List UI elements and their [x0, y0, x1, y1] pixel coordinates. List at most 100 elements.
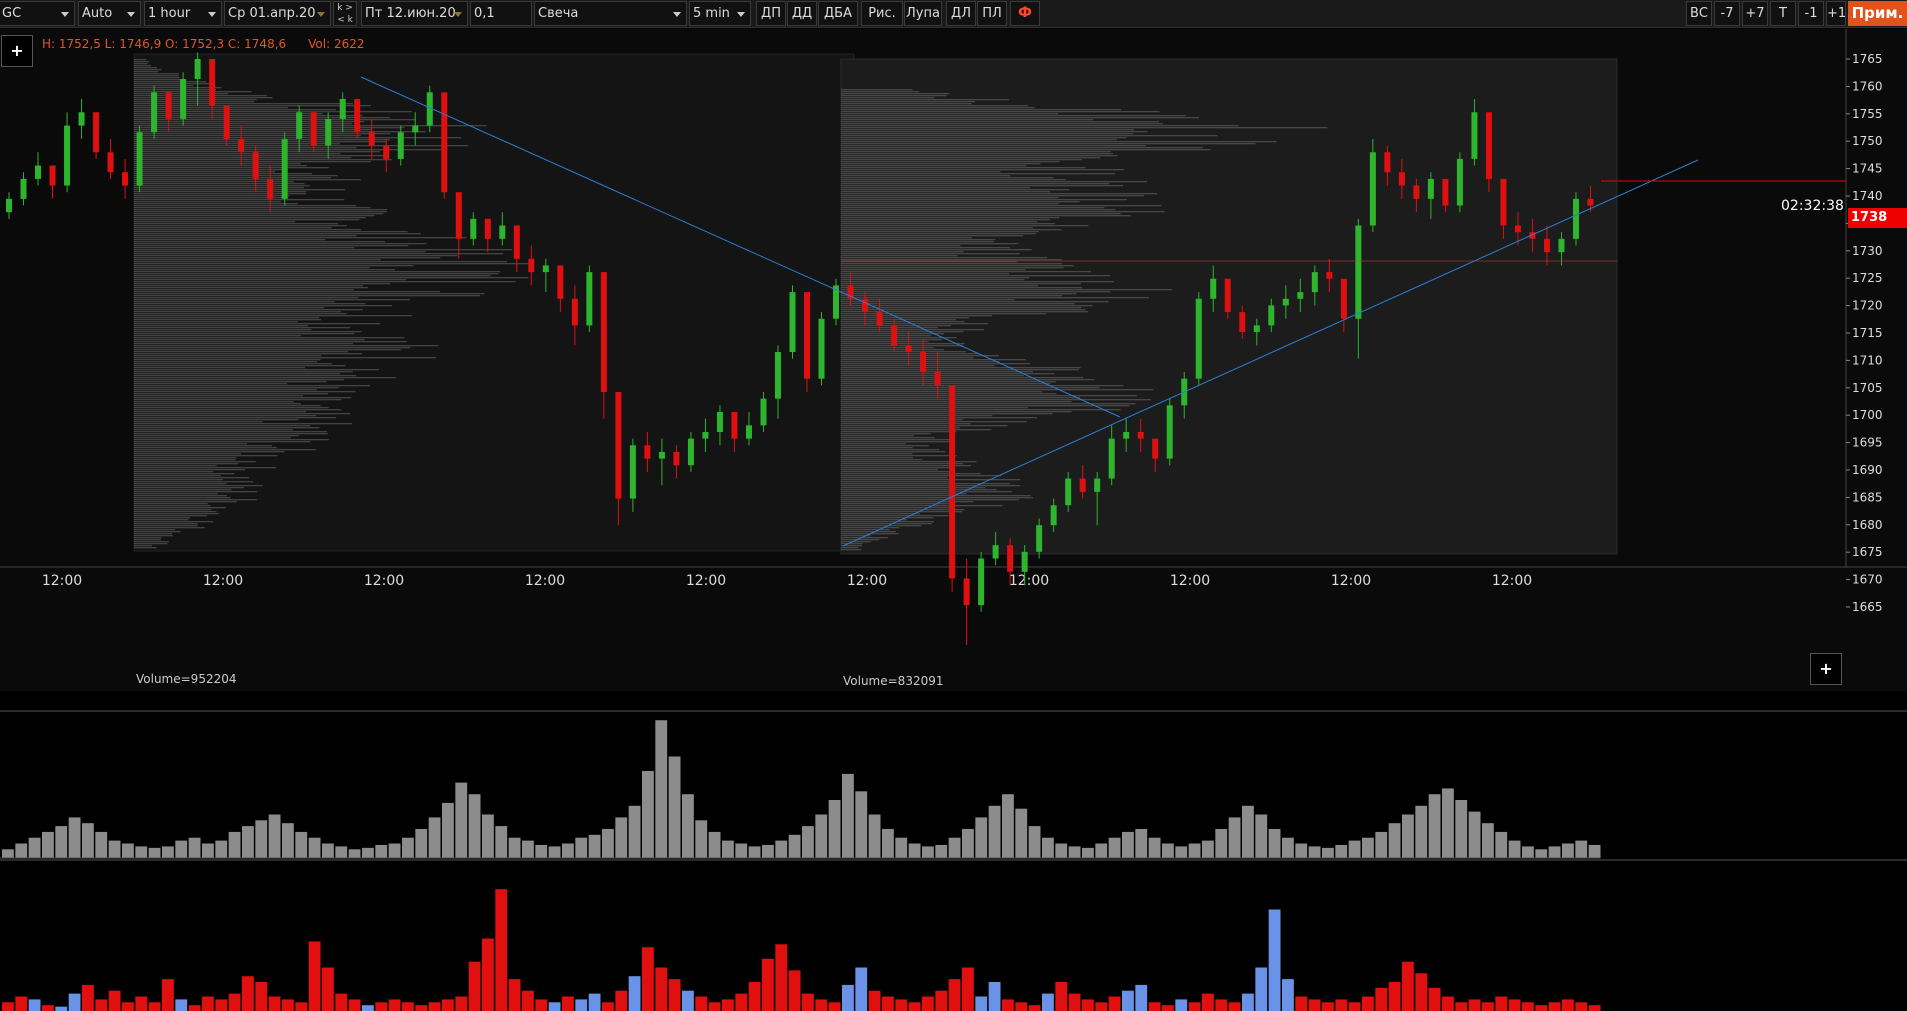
delta-pane[interactable]: [0, 861, 1907, 1011]
dd-button[interactable]: ДД: [787, 1, 817, 26]
symbol-select[interactable]: GC: [0, 1, 75, 26]
vs-button[interactable]: ВС: [1686, 1, 1712, 26]
profile-volume-label: Volume=832091: [843, 674, 944, 688]
delta-bar: [562, 996, 574, 1011]
volume-bar: [1175, 846, 1188, 858]
dba-button[interactable]: ДБА: [818, 1, 858, 26]
scroll-back-7-button[interactable]: -7: [1714, 1, 1740, 26]
delta-bar: [1482, 1002, 1494, 1011]
delta-bar: [1242, 993, 1254, 1011]
delta-bar: [1295, 996, 1308, 1011]
candle: [789, 285, 796, 359]
volume-bar: [562, 843, 574, 858]
delta-bar: [362, 1005, 374, 1011]
volume-bar: [1548, 846, 1561, 858]
ohlc-text: H: 1752,5 L: 1746,9 O: 1752,3 C: 1748,6: [42, 37, 287, 51]
volume-bar: [335, 846, 348, 858]
f-button[interactable]: Ф: [1010, 1, 1040, 26]
pl-button[interactable]: ПЛ: [977, 1, 1007, 26]
magnifier-button[interactable]: Лупа: [904, 1, 942, 26]
volume-bar: [535, 844, 548, 858]
price-chart[interactable]: 1765176017551750174517401735173017251720…: [0, 29, 1907, 691]
delta-bar: [788, 970, 801, 1011]
delta-bar: [548, 1002, 561, 1011]
price-axis-label: 1765: [1852, 52, 1883, 66]
delta-bar: [82, 984, 94, 1011]
date-range-link-toggle[interactable]: k > < k: [333, 1, 357, 26]
delta-bar: [1308, 999, 1321, 1011]
delta-bar: [242, 976, 254, 1011]
candle: [978, 551, 985, 612]
timeframe-select[interactable]: 1 hour: [144, 1, 222, 26]
candle: [1456, 152, 1463, 213]
volume-bar: [468, 794, 481, 858]
price-axis-label: 1675: [1852, 545, 1883, 559]
dp-button[interactable]: ДП: [756, 1, 786, 26]
delta-bar: [1255, 967, 1268, 1011]
apply-button[interactable]: Прим.: [1848, 1, 1907, 26]
delta-bar: [802, 993, 814, 1011]
volume-bar: [1588, 844, 1601, 858]
candle: [1369, 138, 1376, 233]
delta-bar: [1322, 1002, 1334, 1011]
pane-divider[interactable]: [0, 859, 1907, 861]
chart-type-select[interactable]: Свеча: [534, 1, 687, 26]
dl-button[interactable]: ДЛ: [946, 1, 976, 26]
price-axis-label: 1720: [1852, 299, 1883, 313]
candle: [180, 72, 187, 126]
delta-bar: [642, 947, 654, 1011]
volume-bar: [602, 829, 614, 858]
volume-bar: [668, 756, 681, 858]
delta-bar: [175, 999, 188, 1011]
volume-bar: [1135, 829, 1148, 858]
delta-bar: [1468, 999, 1481, 1011]
delta-bar: [815, 999, 828, 1011]
cluster-period-select[interactable]: 5 min: [689, 1, 751, 26]
delta-bar: [1415, 973, 1428, 1011]
scroll-forward-7-button[interactable]: +7: [1742, 1, 1768, 26]
volume-bar: [402, 837, 414, 858]
volume-bar: [1375, 831, 1388, 858]
delta-bar: [202, 996, 214, 1011]
volume-bar: [1468, 811, 1481, 858]
volume-pane[interactable]: [0, 712, 1907, 862]
delta-bar: [655, 967, 668, 1011]
scroll-forward-1-button[interactable]: +1: [1826, 1, 1846, 26]
volume-bar: [148, 847, 161, 858]
delta-bar: [348, 999, 361, 1011]
zoom-plus-button[interactable]: +: [1810, 653, 1842, 685]
delta-bar: [895, 999, 908, 1011]
volume-bar: [28, 837, 41, 858]
volume-bar: [1068, 846, 1081, 858]
pane-divider[interactable]: [0, 710, 1907, 712]
volume-bar: [988, 805, 1001, 858]
scale-select[interactable]: Auto: [78, 1, 141, 26]
delta-bar: [1055, 982, 1068, 1011]
chart-canvas[interactable]: 1765176017551750174517401735173017251720…: [0, 29, 1907, 691]
delta-bar: [215, 999, 228, 1011]
t-button[interactable]: T: [1770, 1, 1796, 26]
date-from-select[interactable]: Ср 01.апр.20: [224, 1, 331, 26]
volume-bar: [1228, 817, 1241, 858]
delta-bar: [1575, 1002, 1588, 1011]
draw-button[interactable]: Рис.: [861, 1, 903, 26]
volume-bar: [162, 846, 174, 858]
volume-bar: [362, 847, 374, 858]
delta-bar: [122, 1002, 134, 1011]
delta-bar: [162, 979, 174, 1011]
date-to-select[interactable]: Пт 12.июн.20: [361, 1, 468, 26]
time-axis-label: 12:00: [1170, 573, 1210, 589]
volume-bar: [895, 837, 908, 858]
scroll-back-1-button[interactable]: -1: [1798, 1, 1824, 26]
volume-bar: [442, 802, 454, 858]
add-indicator-button[interactable]: +: [1, 35, 33, 67]
volume-bar: [242, 826, 254, 858]
delta-bar: [1388, 982, 1401, 1011]
volume-bar: [748, 846, 761, 858]
volume-bar: [1002, 794, 1014, 858]
delta-bar: [1268, 909, 1281, 1011]
step-input[interactable]: 0,1: [470, 1, 532, 26]
volume-bar: [575, 837, 588, 858]
delta-bar: [1068, 993, 1081, 1011]
volume-bar: [202, 843, 214, 858]
